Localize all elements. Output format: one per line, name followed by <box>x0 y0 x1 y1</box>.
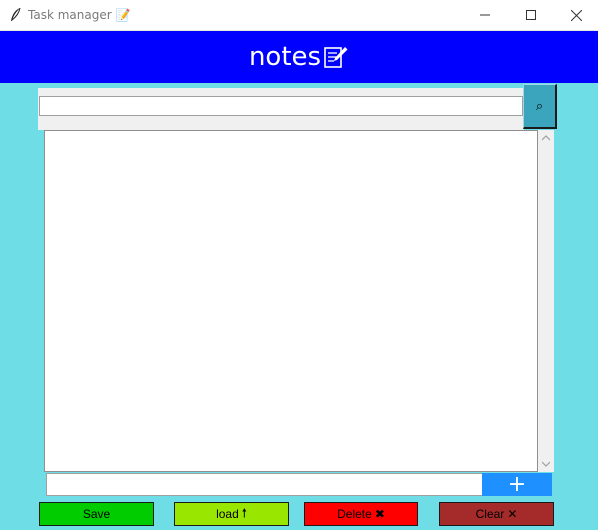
close-button[interactable] <box>553 0 598 30</box>
plus-icon: + <box>507 471 527 497</box>
arrow-up-icon: 🠕 <box>241 505 247 520</box>
search-icon: ⌕ <box>535 98 544 113</box>
feather-icon <box>11 7 21 21</box>
notes-scrollbar[interactable] <box>538 130 554 472</box>
heavy-x-icon: ✖ <box>374 507 385 521</box>
x-icon: ✕ <box>507 507 518 521</box>
load-button[interactable]: load 🠕 <box>174 502 289 526</box>
close-icon <box>570 9 582 21</box>
load-button-label: load <box>216 507 239 521</box>
clear-button-label: Clear <box>475 507 505 521</box>
save-button[interactable]: Save <box>39 502 154 526</box>
memo-icon <box>324 47 348 68</box>
chevron-up-icon[interactable] <box>542 135 550 141</box>
window-titlebar: Task manager 📝 <box>0 0 598 31</box>
app-header: notes <box>0 31 598 83</box>
save-button-label: Save <box>82 507 111 521</box>
maximize-icon <box>526 10 536 20</box>
notes-textarea[interactable] <box>44 130 538 472</box>
page-title: notes <box>249 42 349 72</box>
add-task-button[interactable]: + <box>482 473 552 496</box>
chevron-down-icon[interactable] <box>542 461 550 467</box>
search-button[interactable]: ⌕ <box>523 84 557 129</box>
minimize-icon <box>480 14 490 16</box>
window-title: Task manager 📝 <box>28 8 131 22</box>
delete-button[interactable]: Delete ✖ <box>304 502 418 526</box>
search-input[interactable] <box>39 96 523 116</box>
clear-button[interactable]: Clear ✕ <box>439 502 554 526</box>
new-task-input[interactable] <box>46 473 483 496</box>
minimize-button[interactable] <box>462 0 508 30</box>
delete-button-label: Delete <box>337 507 372 521</box>
page-title-text: notes <box>248 42 322 72</box>
maximize-button[interactable] <box>508 0 554 30</box>
